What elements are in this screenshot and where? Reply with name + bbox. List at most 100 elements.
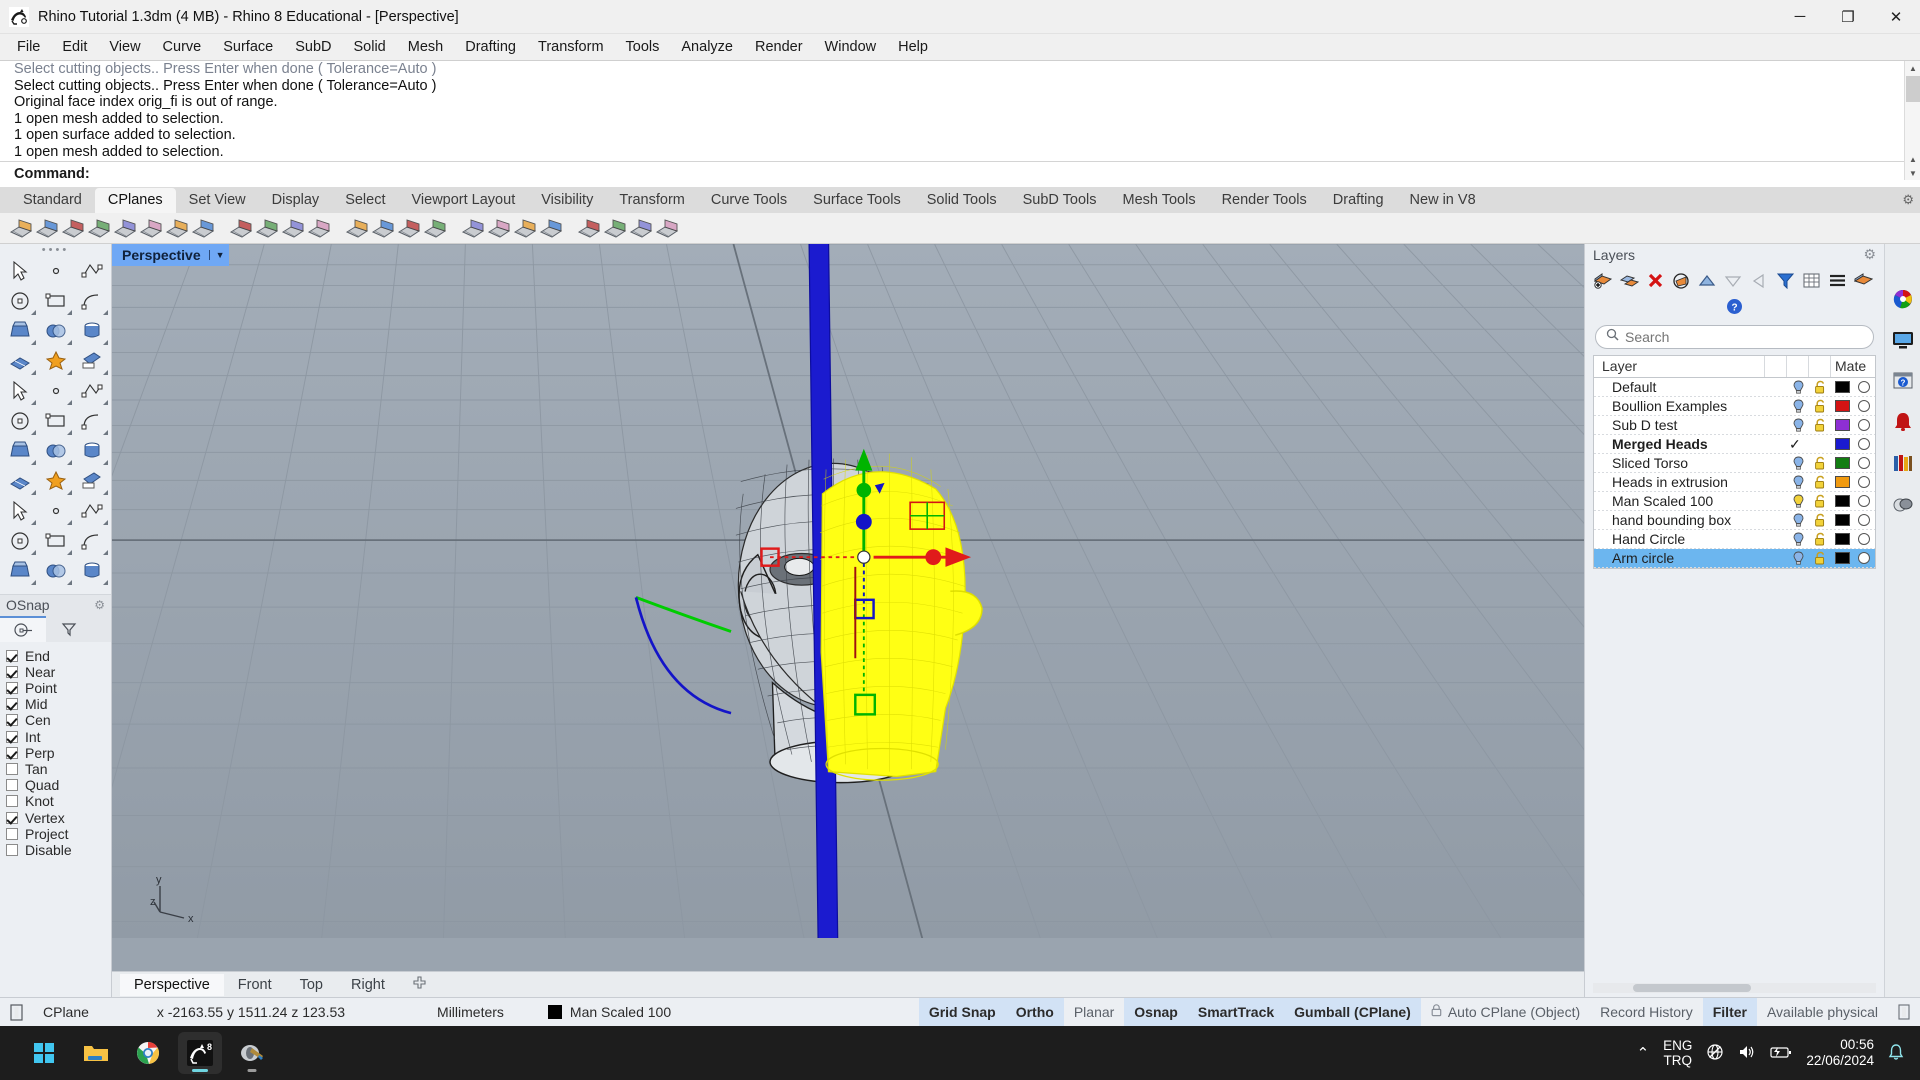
- scroll-down-icon[interactable]: ▼: [1905, 166, 1920, 180]
- layer-material-button[interactable]: [1853, 533, 1875, 546]
- checkbox[interactable]: [6, 746, 18, 759]
- fillet-curve-icon[interactable]: [2, 346, 38, 376]
- layer-row[interactable]: Heads in extrusion: [1594, 473, 1875, 492]
- cplane-top-icon[interactable]: [461, 216, 485, 240]
- column-header-color[interactable]: [1809, 355, 1831, 377]
- blend-curve-icon[interactable]: [38, 466, 74, 496]
- cplane-view-icon[interactable]: [423, 216, 447, 240]
- display-monitor-icon[interactable]: [1890, 327, 1916, 353]
- layer-row[interactable]: Arm circle: [1594, 548, 1875, 568]
- osnap-option-project[interactable]: Project: [6, 826, 111, 842]
- scroll-thumb[interactable]: [1906, 76, 1920, 102]
- osnap-option-quad[interactable]: Quad: [6, 777, 111, 793]
- layer-lock-toggle[interactable]: [1809, 475, 1831, 490]
- cplane-grid-icon[interactable]: [345, 216, 369, 240]
- menu-item-subd[interactable]: SubD: [284, 36, 342, 58]
- toolbar-tab-surface-tools[interactable]: Surface Tools: [800, 188, 914, 213]
- toolbar-tab-cplanes[interactable]: CPlanes: [94, 187, 176, 213]
- checkbox[interactable]: [6, 779, 18, 792]
- text-icon[interactable]: [2, 496, 38, 526]
- toolbar-tab-viewport-layout[interactable]: Viewport Layout: [399, 188, 529, 213]
- cplane-origin-icon[interactable]: [35, 216, 59, 240]
- array-icon[interactable]: [74, 496, 110, 526]
- battery-icon[interactable]: [1770, 1045, 1792, 1062]
- layer-color-swatch[interactable]: [1831, 400, 1853, 413]
- osnap-option-point[interactable]: Point: [6, 680, 111, 696]
- scroll-up-small-icon[interactable]: ▲: [1905, 152, 1920, 166]
- command-scrollbar[interactable]: ▲ ▲ ▼: [1904, 61, 1920, 180]
- mesh-plane-icon[interactable]: [2, 406, 38, 436]
- menu-item-window[interactable]: Window: [814, 36, 888, 58]
- toolbar-tab-standard[interactable]: Standard: [10, 188, 95, 213]
- rhino-render-icon[interactable]: [230, 1032, 274, 1074]
- layer-visibility-toggle[interactable]: [1787, 475, 1809, 490]
- cplane-set-icon[interactable]: [9, 216, 33, 240]
- extrude-icon[interactable]: [74, 526, 110, 556]
- checkbox[interactable]: [6, 811, 18, 824]
- layer-material-button[interactable]: [1853, 552, 1875, 565]
- layer-material-button[interactable]: [1853, 400, 1875, 413]
- move-left-icon[interactable]: [1749, 271, 1769, 291]
- layer-search-box[interactable]: [1595, 324, 1874, 349]
- rectangle-icon[interactable]: [38, 316, 74, 346]
- status-toggle-ortho[interactable]: Ortho: [1005, 998, 1064, 1026]
- cplane-front-icon[interactable]: [487, 216, 511, 240]
- toolbar-tab-drafting[interactable]: Drafting: [1320, 188, 1397, 213]
- toolbar-options-gear-icon[interactable]: ⚙: [1902, 192, 1914, 208]
- layer-lock-toggle[interactable]: [1809, 380, 1831, 395]
- toolbar-tab-curve-tools[interactable]: Curve Tools: [698, 188, 800, 213]
- circle-icon[interactable]: [38, 286, 74, 316]
- box-icon[interactable]: [2, 376, 38, 406]
- cplane-undo-icon[interactable]: [629, 216, 653, 240]
- osnap-option-perp[interactable]: Perp: [6, 745, 111, 761]
- move-up-icon[interactable]: [1697, 271, 1717, 291]
- cplane-named-icon[interactable]: [281, 216, 305, 240]
- viewport-tab-front[interactable]: Front: [224, 974, 286, 996]
- status-toggle-grid-snap[interactable]: Grid Snap: [918, 998, 1006, 1026]
- layer-lock-toggle[interactable]: [1809, 456, 1831, 471]
- status-toggle-planar[interactable]: Planar: [1064, 998, 1124, 1026]
- layer-properties-icon[interactable]: [1671, 271, 1691, 291]
- osnap-option-knot[interactable]: Knot: [6, 793, 111, 809]
- tray-chevron-icon[interactable]: ⌃: [1637, 1044, 1650, 1062]
- layer-lock-toggle[interactable]: [1809, 532, 1831, 547]
- osnap-option-near[interactable]: Near: [6, 664, 111, 680]
- status-toggle-auto-cplane-object[interactable]: Auto CPlane (Object): [1421, 998, 1590, 1026]
- status-toggle-icon[interactable]: [0, 998, 33, 1026]
- menu-item-surface[interactable]: Surface: [212, 36, 284, 58]
- layer-row[interactable]: Merged Heads ✓: [1594, 435, 1875, 454]
- select-arrow-icon[interactable]: [2, 256, 38, 286]
- start-button-icon[interactable]: [22, 1032, 66, 1074]
- cplane-next-icon[interactable]: [255, 216, 279, 240]
- menu-item-drafting[interactable]: Drafting: [454, 36, 527, 58]
- osnap-filter-icon[interactable]: [46, 616, 92, 642]
- layer-material-button[interactable]: [1853, 381, 1875, 394]
- osnap-option-int[interactable]: Int: [6, 729, 111, 745]
- layers-horizontal-scrollbar[interactable]: [1593, 983, 1876, 993]
- status-toggle-available-physical[interactable]: Available physical: [1757, 998, 1888, 1026]
- osnap-option-disable[interactable]: Disable: [6, 842, 111, 858]
- layer-color-swatch[interactable]: [1831, 495, 1853, 508]
- column-header-layer[interactable]: Layer: [1594, 355, 1765, 377]
- command-history[interactable]: Select cutting objects.. Press Enter whe…: [0, 61, 1920, 161]
- gear-icon[interactable]: ⚙: [1863, 246, 1876, 263]
- layer-row[interactable]: Default: [1594, 378, 1875, 397]
- layer-row[interactable]: Sliced Torso: [1594, 454, 1875, 473]
- move-down-icon[interactable]: [1723, 271, 1743, 291]
- checkbox[interactable]: [6, 827, 18, 840]
- toolbar-tab-set-view[interactable]: Set View: [176, 188, 259, 213]
- layer-row[interactable]: Sub D test: [1594, 416, 1875, 435]
- render-materials-icon[interactable]: [1890, 491, 1916, 517]
- chrome-icon[interactable]: [126, 1032, 170, 1074]
- layer-color-swatch[interactable]: [1831, 476, 1853, 489]
- toolbar-tab-mesh-tools[interactable]: Mesh Tools: [1110, 188, 1209, 213]
- command-prompt-line[interactable]: Command:: [0, 160, 1920, 187]
- layer-visibility-toggle[interactable]: [1787, 513, 1809, 528]
- layer-lock-toggle[interactable]: [1809, 551, 1831, 566]
- cplane-world-icon[interactable]: [397, 216, 421, 240]
- menu-item-view[interactable]: View: [98, 36, 151, 58]
- layer-material-button[interactable]: [1853, 495, 1875, 508]
- status-resize-grip[interactable]: [1888, 998, 1920, 1026]
- layer-material-button[interactable]: [1853, 438, 1875, 451]
- osnap-option-end[interactable]: End: [6, 648, 111, 664]
